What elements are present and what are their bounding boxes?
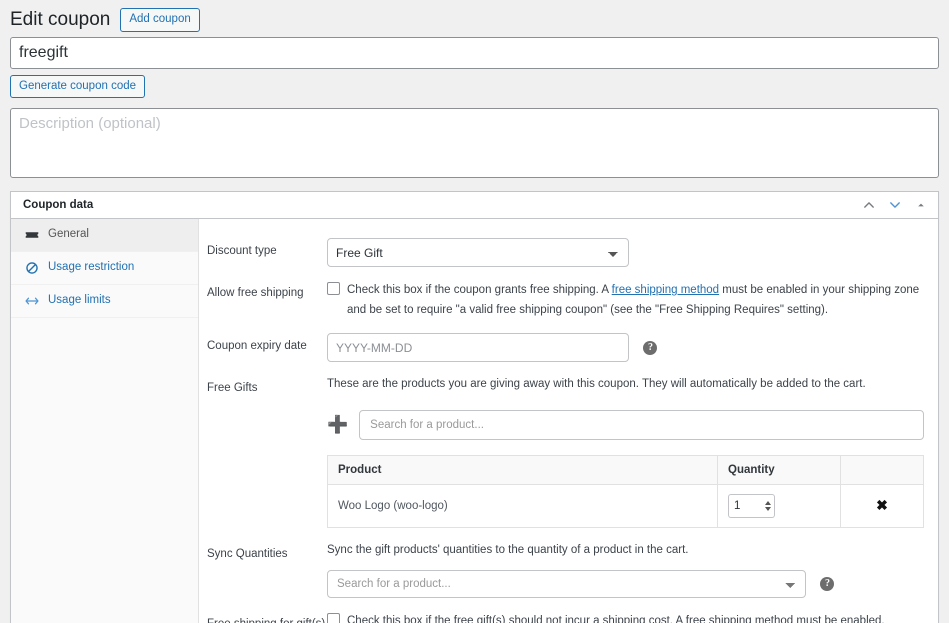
allow-free-shipping-text: Check this box if the coupon grants free… xyxy=(347,280,924,320)
free-gifts-label: Free Gifts xyxy=(207,375,327,396)
generate-coupon-code-button[interactable]: Generate coupon code xyxy=(10,75,145,98)
free-gifts-table: Product Quantity Woo Logo (woo-logo) xyxy=(327,455,924,528)
expiry-date-label: Coupon expiry date xyxy=(207,333,327,354)
page-header: Edit coupon Add coupon xyxy=(10,0,939,37)
sync-quantities-description: Sync the gift products' quantities to th… xyxy=(327,541,924,559)
free-shipping-gifts-label: Free shipping for gift(s) xyxy=(207,611,327,623)
page-title: Edit coupon xyxy=(10,8,110,33)
free-shipping-method-link[interactable]: free shipping method xyxy=(612,284,719,296)
expiry-date-help-icon[interactable]: ? xyxy=(643,341,657,355)
field-free-shipping-gifts: Free shipping for gift(s) Check this box… xyxy=(207,606,924,623)
sync-quantities-select[interactable]: Search for a product... xyxy=(327,570,806,598)
coupon-code-input[interactable] xyxy=(10,37,939,69)
coupon-data-metabox: Coupon data General xyxy=(10,191,939,623)
field-expiry-date: Coupon expiry date ? xyxy=(207,328,924,367)
free-gifts-product-search-input[interactable] xyxy=(359,410,924,440)
free-shipping-gifts-checkbox[interactable] xyxy=(327,613,340,623)
tab-usage-restriction-label: Usage restriction xyxy=(48,261,134,275)
quantity-input[interactable] xyxy=(728,494,762,518)
discount-type-label: Discount type xyxy=(207,238,327,259)
remove-gift-button[interactable]: ✖ xyxy=(876,498,888,512)
free-gifts-search-row: ➕ xyxy=(327,410,924,440)
discount-type-select[interactable]: Free Gift xyxy=(327,238,629,267)
column-product: Product xyxy=(328,455,718,484)
metabox-header: Coupon data xyxy=(11,192,938,219)
expiry-date-input[interactable] xyxy=(327,333,629,362)
sync-quantities-help-icon[interactable]: ? xyxy=(820,577,834,591)
ticket-icon xyxy=(25,228,39,242)
coupon-data-tabs: General Usage restriction Usage limits xyxy=(11,219,199,623)
add-coupon-button[interactable]: Add coupon xyxy=(120,8,199,32)
tab-usage-limits[interactable]: Usage limits xyxy=(11,285,198,318)
generate-code-row: Generate coupon code xyxy=(10,75,939,98)
move-up-icon[interactable] xyxy=(862,198,876,212)
free-shipping-text-before: Check this box if the coupon grants free… xyxy=(347,284,612,296)
free-gifts-description: These are the products you are giving aw… xyxy=(327,375,924,393)
cell-product-name: Woo Logo (woo-logo) xyxy=(328,484,718,527)
description-textarea[interactable] xyxy=(10,108,939,178)
field-allow-free-shipping: Allow free shipping Check this box if th… xyxy=(207,275,924,325)
metabox-title: Coupon data xyxy=(23,199,862,211)
field-discount-type: Discount type Free Gift xyxy=(207,233,924,272)
general-panel: Discount type Free Gift Allow free shipp… xyxy=(199,219,938,623)
allow-free-shipping-checkbox[interactable] xyxy=(327,282,340,295)
free-shipping-gifts-text: Check this box if the free gift(s) shoul… xyxy=(347,611,924,623)
column-actions xyxy=(841,455,924,484)
plus-icon[interactable]: ➕ xyxy=(327,416,348,433)
metabox-header-controls xyxy=(862,198,928,212)
field-sync-quantities: Sync Quantities Sync the gift products' … xyxy=(207,536,924,603)
arrows-horizontal-icon xyxy=(25,294,39,308)
description-wrapper xyxy=(10,108,939,178)
quantity-stepper[interactable] xyxy=(728,494,775,518)
cell-remove: ✖ xyxy=(841,484,924,527)
block-icon xyxy=(25,261,39,275)
allow-free-shipping-label: Allow free shipping xyxy=(207,280,327,301)
quantity-spinner-icon[interactable] xyxy=(762,494,775,518)
move-down-icon[interactable] xyxy=(888,198,902,212)
field-free-gifts: Free Gifts These are the products you ar… xyxy=(207,370,924,532)
tab-general[interactable]: General xyxy=(11,219,198,252)
cell-quantity xyxy=(718,484,841,527)
table-row: Woo Logo (woo-logo) xyxy=(328,484,924,527)
coupon-edit-page: Edit coupon Add coupon Generate coupon c… xyxy=(0,0,949,623)
tab-general-label: General xyxy=(48,228,89,242)
tab-usage-limits-label: Usage limits xyxy=(48,294,111,308)
table-header-row: Product Quantity xyxy=(328,455,924,484)
toggle-panel-icon[interactable] xyxy=(914,198,928,212)
sync-quantities-label: Sync Quantities xyxy=(207,541,327,562)
metabox-body: General Usage restriction Usage limits xyxy=(11,219,938,623)
tab-usage-restriction[interactable]: Usage restriction xyxy=(11,252,198,285)
column-quantity: Quantity xyxy=(718,455,841,484)
